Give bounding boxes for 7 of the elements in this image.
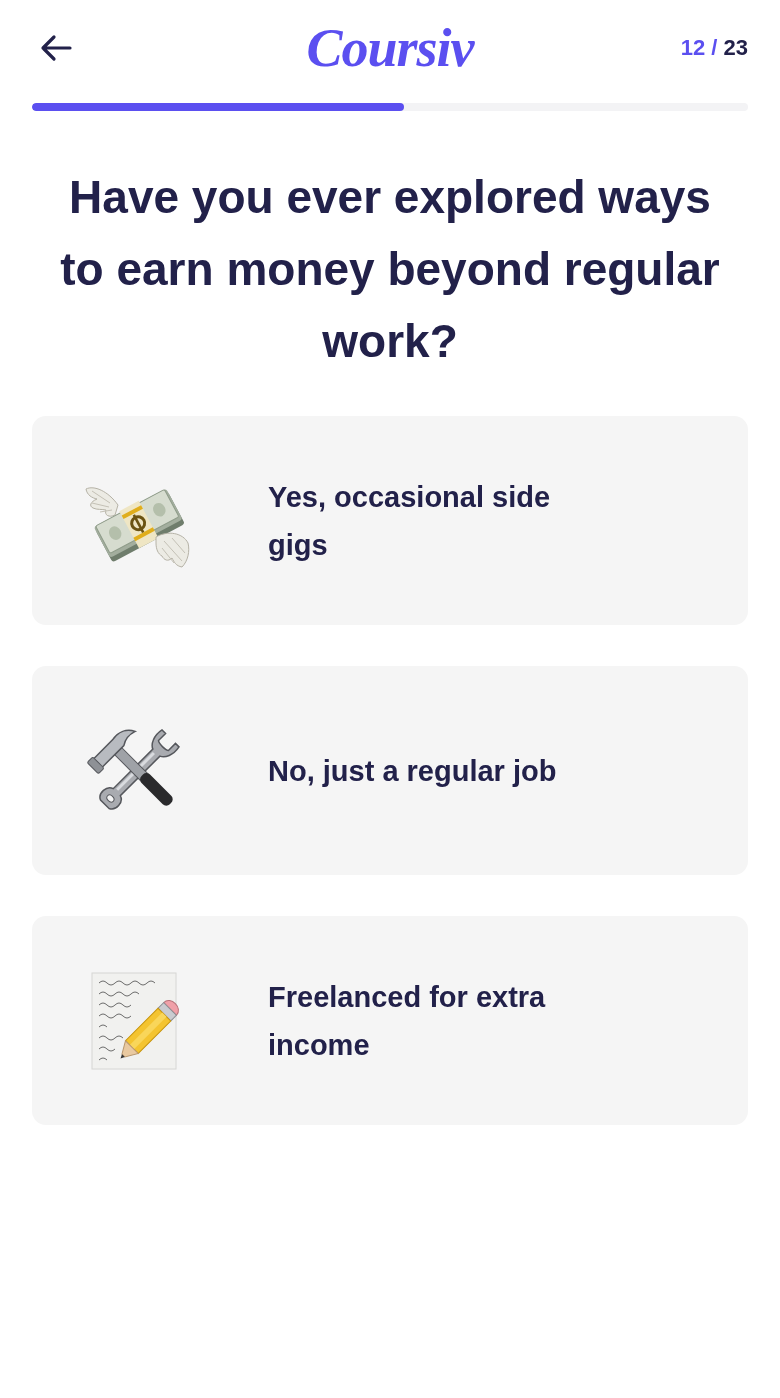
- step-counter: 12 / 23: [680, 35, 748, 61]
- option-card[interactable]: Freelanced for extra income: [32, 916, 748, 1125]
- logo: Coursiv: [306, 21, 474, 75]
- question-title: Have you ever explored ways to earn money beyond regular work?: [59, 170, 721, 369]
- option-card[interactable]: Yes, occasional side gigs: [32, 416, 748, 625]
- back-arrow-icon[interactable]: [40, 34, 72, 62]
- option-card[interactable]: No, just a regular job: [32, 666, 748, 875]
